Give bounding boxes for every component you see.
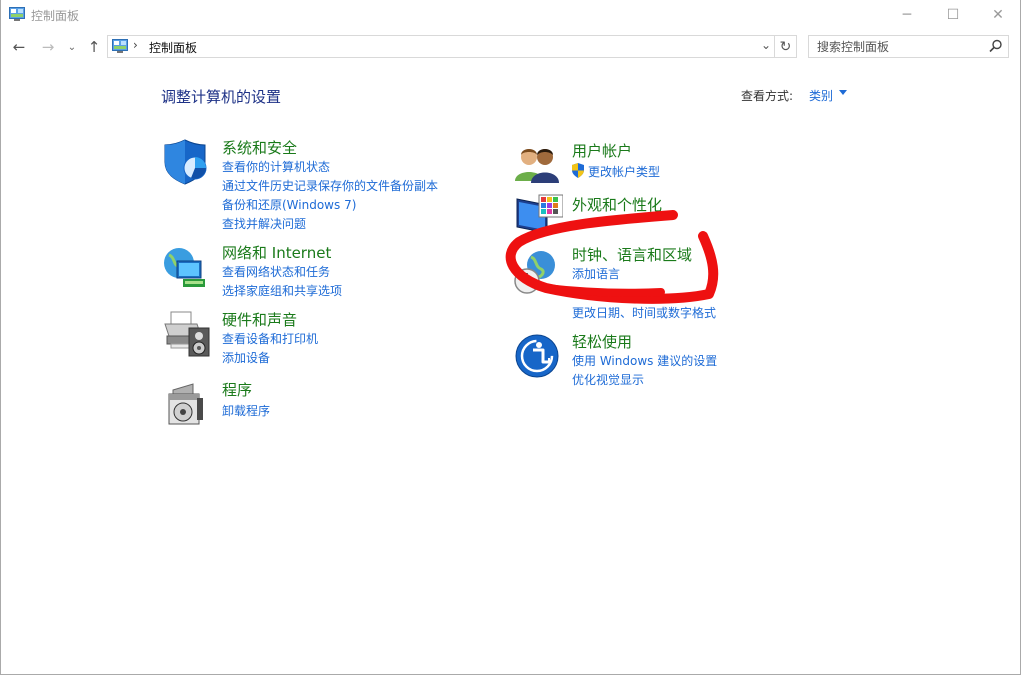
category-system-security: 系统和安全 查看你的计算机状态 通过文件历史记录保存你的文件备份副本 备份和还原… — [163, 138, 483, 234]
maximize-button[interactable]: ☐ — [930, 0, 976, 30]
network-globe-icon[interactable] — [163, 243, 211, 291]
link-backup-restore[interactable]: 备份和还原(Windows 7) — [222, 196, 356, 213]
category-network-internet: 网络和 Internet 查看网络状态和任务 选择家庭组和共享选项 — [163, 243, 483, 299]
back-button[interactable]: ← — [9, 36, 29, 58]
close-button[interactable]: ✕ — [975, 0, 1021, 30]
link-file-history-backup[interactable]: 通过文件历史记录保存你的文件备份副本 — [222, 177, 438, 194]
clock-globe-icon[interactable] — [513, 247, 561, 295]
refresh-button[interactable]: ↻ — [775, 35, 797, 58]
search-box[interactable] — [808, 35, 1009, 58]
category-clock-language-region: 时钟、语言和区域 添加语言 更改日期、时间或数字格式 — [511, 245, 831, 321]
shield-icon[interactable] — [163, 138, 211, 186]
category-programs: 程序 卸载程序 — [163, 380, 483, 426]
category-title-appearance-personalization[interactable]: 外观和个性化 — [572, 194, 662, 215]
up-button[interactable]: ↑ — [85, 36, 103, 58]
personalization-icon[interactable] — [515, 193, 563, 241]
link-change-account-type[interactable]: 更改帐户类型 — [588, 163, 660, 180]
category-title-ease-of-access[interactable]: 轻松使用 — [572, 331, 632, 352]
link-homegroup-sharing[interactable]: 选择家庭组和共享选项 — [222, 282, 342, 299]
navigation-bar: ← → ⌄ ↑ › 控制面板 ⌄ ↻ — [1, 34, 1020, 60]
address-bar[interactable]: › 控制面板 ⌄ — [107, 35, 775, 58]
link-add-language[interactable]: 添加语言 — [572, 265, 620, 282]
link-network-status[interactable]: 查看网络状态和任务 — [222, 263, 330, 280]
link-add-device[interactable]: 添加设备 — [222, 349, 270, 366]
forward-button[interactable]: → — [38, 36, 58, 58]
window-title: 控制面板 — [31, 9, 80, 23]
category-hardware-sound: 硬件和声音 查看设备和打印机 添加设备 — [163, 310, 483, 366]
ease-of-access-icon[interactable] — [515, 332, 563, 380]
page-title: 调整计算机的设置 — [161, 88, 282, 106]
link-view-computer-status[interactable]: 查看你的计算机状态 — [222, 158, 330, 175]
category-title-network-internet[interactable]: 网络和 Internet — [222, 242, 331, 263]
category-title-user-accounts[interactable]: 用户帐户 — [572, 140, 632, 161]
view-by-label: 查看方式: — [741, 89, 794, 103]
title-bar[interactable]: 控制面板 ─ ☐ ✕ — [1, 0, 1020, 30]
breadcrumb-separator[interactable]: › — [133, 38, 138, 52]
uac-shield-icon — [572, 163, 584, 178]
link-change-date-time-format[interactable]: 更改日期、时间或数字格式 — [572, 304, 716, 321]
category-title-clock-language-region[interactable]: 时钟、语言和区域 — [572, 244, 692, 265]
breadcrumb-control-panel[interactable]: 控制面板 — [149, 39, 197, 56]
address-dropdown-button[interactable]: ⌄ — [758, 38, 774, 52]
programs-disc-icon[interactable] — [163, 380, 211, 428]
link-uninstall-program[interactable]: 卸载程序 — [222, 402, 270, 419]
link-troubleshoot[interactable]: 查找并解决问题 — [222, 215, 306, 232]
printer-speaker-icon[interactable] — [163, 310, 211, 358]
minimize-button[interactable]: ─ — [884, 0, 930, 30]
control-panel-window: 控制面板 ─ ☐ ✕ ← → ⌄ ↑ › 控制面板 ⌄ ↻ 搜索控制面板 调整计… — [0, 0, 1021, 675]
category-ease-of-access: 轻松使用 使用 Windows 建议的设置 优化视觉显示 — [515, 332, 835, 388]
search-input[interactable] — [809, 36, 985, 57]
view-by-dropdown[interactable]: 类别 — [809, 87, 833, 104]
control-panel-icon — [112, 39, 128, 53]
link-devices-printers[interactable]: 查看设备和打印机 — [222, 330, 318, 347]
link-recommended-settings[interactable]: 使用 Windows 建议的设置 — [572, 352, 717, 369]
category-title-hardware-sound[interactable]: 硬件和声音 — [222, 309, 297, 330]
category-user-accounts: 用户帐户 更改帐户类型 — [515, 141, 835, 185]
red-annotation-circle — [505, 210, 719, 304]
category-title-programs[interactable]: 程序 — [222, 379, 252, 400]
view-by-caret-icon[interactable] — [839, 90, 847, 95]
link-optimize-visual-display[interactable]: 优化视觉显示 — [572, 371, 644, 388]
recent-locations-button[interactable]: ⌄ — [65, 36, 79, 58]
search-icon[interactable] — [989, 39, 1003, 53]
category-appearance-personalization: 外观和个性化 — [515, 193, 835, 234]
user-accounts-icon[interactable] — [515, 141, 563, 189]
control-panel-icon — [9, 7, 25, 21]
category-title-system-security[interactable]: 系统和安全 — [222, 137, 297, 158]
